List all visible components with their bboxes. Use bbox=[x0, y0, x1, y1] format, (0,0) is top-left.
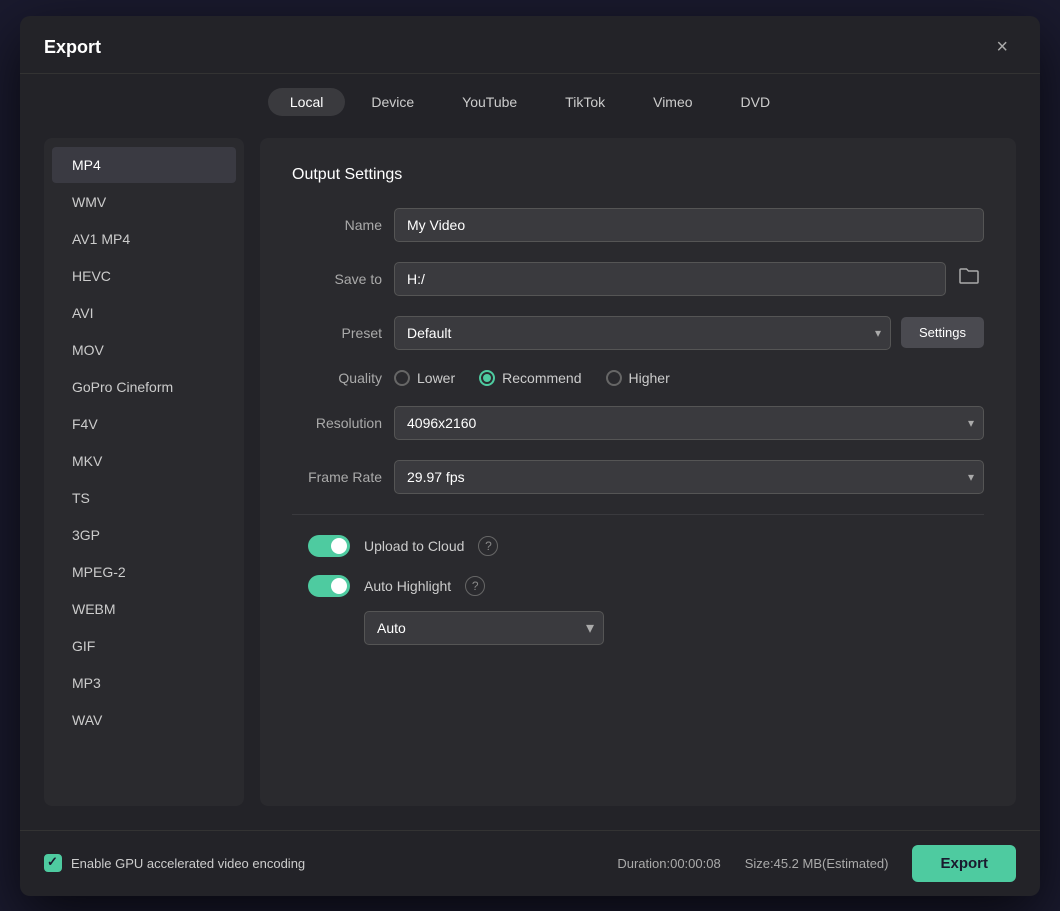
upload-cloud-slider bbox=[308, 535, 350, 557]
resolution-select[interactable]: 4096x2160 3840x2160 1920x1080 1280x720 bbox=[394, 406, 984, 440]
name-input[interactable] bbox=[394, 208, 984, 242]
folder-button[interactable] bbox=[954, 263, 984, 295]
quality-higher-option[interactable]: Higher bbox=[606, 370, 670, 386]
resolution-row: Resolution 4096x2160 3840x2160 1920x1080… bbox=[292, 406, 984, 440]
sidebar-item-mpeg2[interactable]: MPEG-2 bbox=[52, 554, 236, 590]
preset-row: Preset Default High Quality Fast Encode … bbox=[292, 316, 984, 350]
tab-tiktok[interactable]: TikTok bbox=[543, 88, 627, 116]
name-label: Name bbox=[292, 217, 382, 233]
dialog-title: Export bbox=[44, 37, 101, 58]
auto-highlight-help-icon[interactable]: ? bbox=[465, 576, 485, 596]
sidebar-item-avi[interactable]: AVI bbox=[52, 295, 236, 331]
auto-highlight-toggle[interactable] bbox=[308, 575, 350, 597]
frame-rate-row: Frame Rate 29.97 fps 60 fps 30 fps 24 fp… bbox=[292, 460, 984, 494]
sidebar-item-mp4[interactable]: MP4 bbox=[52, 147, 236, 183]
sidebar-item-3gp[interactable]: 3GP bbox=[52, 517, 236, 553]
sidebar-item-webm[interactable]: WEBM bbox=[52, 591, 236, 627]
sidebar-item-hevc[interactable]: HEVC bbox=[52, 258, 236, 294]
save-to-field-group bbox=[394, 262, 984, 296]
size-stat: Size:45.2 MB(Estimated) bbox=[745, 856, 889, 871]
upload-cloud-row: Upload to Cloud ? bbox=[292, 535, 984, 557]
quality-higher-label: Higher bbox=[629, 370, 670, 386]
sidebar-item-mp3[interactable]: MP3 bbox=[52, 665, 236, 701]
gpu-label-text: Enable GPU accelerated video encoding bbox=[71, 856, 305, 871]
auto-highlight-label: Auto Highlight bbox=[364, 578, 451, 594]
resolution-label: Resolution bbox=[292, 415, 382, 431]
preset-label: Preset bbox=[292, 325, 382, 341]
frame-rate-select-wrap: 29.97 fps 60 fps 30 fps 24 fps bbox=[394, 460, 984, 494]
export-dialog: Export × Local Device YouTube TikTok Vim… bbox=[20, 16, 1040, 896]
gpu-checkbox[interactable] bbox=[44, 854, 62, 872]
upload-cloud-help-icon[interactable]: ? bbox=[478, 536, 498, 556]
main-panel: Output Settings Name Save to bbox=[260, 138, 1016, 806]
content-area: MP4 WMV AV1 MP4 HEVC AVI MOV GoPro Cinef… bbox=[20, 126, 1040, 830]
quality-lower-option[interactable]: Lower bbox=[394, 370, 455, 386]
export-button[interactable]: Export bbox=[912, 845, 1016, 882]
tab-device[interactable]: Device bbox=[349, 88, 436, 116]
sidebar-item-f4v[interactable]: F4V bbox=[52, 406, 236, 442]
preset-select[interactable]: Default High Quality Fast Encode bbox=[394, 316, 891, 350]
sidebar-item-ts[interactable]: TS bbox=[52, 480, 236, 516]
frame-rate-label: Frame Rate bbox=[292, 469, 382, 485]
tab-vimeo[interactable]: Vimeo bbox=[631, 88, 714, 116]
upload-cloud-toggle[interactable] bbox=[308, 535, 350, 557]
name-row: Name bbox=[292, 208, 984, 242]
frame-rate-select[interactable]: 29.97 fps 60 fps 30 fps 24 fps bbox=[394, 460, 984, 494]
quality-options-group: Lower Recommend Higher bbox=[394, 370, 670, 386]
section-title: Output Settings bbox=[292, 166, 984, 184]
preset-select-wrap: Default High Quality Fast Encode bbox=[394, 316, 891, 350]
tab-youtube[interactable]: YouTube bbox=[440, 88, 539, 116]
quality-label: Quality bbox=[292, 370, 382, 386]
quality-recommend-radio[interactable] bbox=[479, 370, 495, 386]
sidebar-item-gopro[interactable]: GoPro Cineform bbox=[52, 369, 236, 405]
save-to-row: Save to bbox=[292, 262, 984, 296]
resolution-select-wrap: 4096x2160 3840x2160 1920x1080 1280x720 bbox=[394, 406, 984, 440]
duration-stat: Duration:00:00:08 bbox=[617, 856, 720, 871]
quality-lower-label: Lower bbox=[417, 370, 455, 386]
format-sidebar: MP4 WMV AV1 MP4 HEVC AVI MOV GoPro Cinef… bbox=[44, 138, 244, 806]
sidebar-item-wav[interactable]: WAV bbox=[52, 702, 236, 738]
dialog-header: Export × bbox=[20, 16, 1040, 74]
auto-highlight-row: Auto Highlight ? bbox=[292, 575, 984, 597]
tab-local[interactable]: Local bbox=[268, 88, 345, 116]
preset-field-group: Default High Quality Fast Encode Setting… bbox=[394, 316, 984, 350]
tabs-bar: Local Device YouTube TikTok Vimeo DVD bbox=[20, 74, 1040, 126]
sidebar-item-mkv[interactable]: MKV bbox=[52, 443, 236, 479]
gpu-checkbox-label[interactable]: Enable GPU accelerated video encoding bbox=[44, 854, 305, 872]
quality-lower-radio[interactable] bbox=[394, 370, 410, 386]
sidebar-item-gif[interactable]: GIF bbox=[52, 628, 236, 664]
tab-dvd[interactable]: DVD bbox=[719, 88, 793, 116]
quality-higher-radio[interactable] bbox=[606, 370, 622, 386]
save-to-input[interactable] bbox=[394, 262, 946, 296]
dialog-footer: Enable GPU accelerated video encoding Du… bbox=[20, 830, 1040, 896]
auto-highlight-mode-select[interactable]: Auto Manual bbox=[364, 611, 604, 645]
sidebar-item-av1mp4[interactable]: AV1 MP4 bbox=[52, 221, 236, 257]
auto-highlight-slider bbox=[308, 575, 350, 597]
auto-highlight-mode-wrap: Auto Manual bbox=[364, 611, 604, 645]
close-button[interactable]: × bbox=[988, 32, 1016, 63]
sidebar-item-mov[interactable]: MOV bbox=[52, 332, 236, 368]
save-to-label: Save to bbox=[292, 271, 382, 287]
quality-recommend-label: Recommend bbox=[502, 370, 581, 386]
footer-info: Duration:00:00:08 Size:45.2 MB(Estimated… bbox=[617, 845, 1016, 882]
divider bbox=[292, 514, 984, 515]
sidebar-item-wmv[interactable]: WMV bbox=[52, 184, 236, 220]
quality-recommend-option[interactable]: Recommend bbox=[479, 370, 581, 386]
quality-row: Quality Lower Recommend Higher bbox=[292, 370, 984, 386]
settings-button[interactable]: Settings bbox=[901, 317, 984, 348]
upload-cloud-label: Upload to Cloud bbox=[364, 538, 464, 554]
